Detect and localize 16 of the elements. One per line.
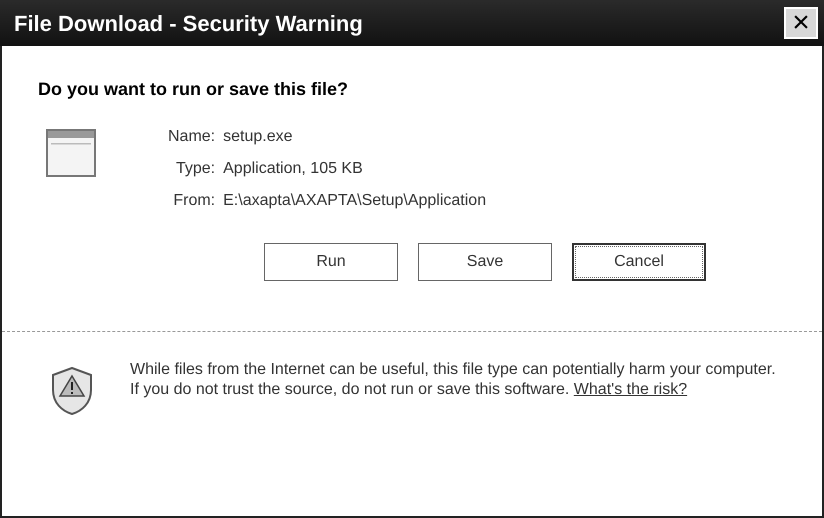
field-value: setup.exe <box>223 127 294 147</box>
field-label: From: <box>172 191 216 211</box>
warning-message: While files from the Internet can be useful, this file type can potentially harm your computer. If you do not trust the source, do not run or save this software. What's the risk? <box>130 360 777 400</box>
close-button[interactable]: × <box>784 7 818 39</box>
field-value: E:\axapta\AXAPTA\Setup\Application <box>223 191 486 211</box>
field-label: Type: <box>174 159 216 179</box>
shield-warning-icon <box>50 366 94 416</box>
dialog-heading: Do you want to run or save this file? <box>38 79 348 99</box>
field-value: Application, 105 KB <box>223 159 364 179</box>
application-window-icon <box>46 129 96 177</box>
window-title: File Download - Security Warning <box>14 10 363 38</box>
dialog-button[interactable]: Run <box>264 243 398 281</box>
dialog-button[interactable]: Save <box>418 243 552 281</box>
risk-link[interactable]: What's the risk? <box>574 381 688 398</box>
dialog-button[interactable]: Cancel <box>572 243 706 281</box>
field-label: Name: <box>168 127 216 147</box>
